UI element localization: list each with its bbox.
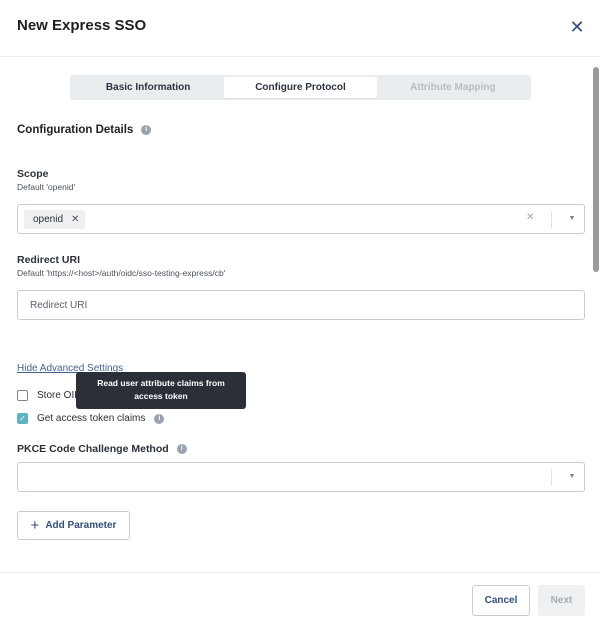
redirect-uri-hint: Default 'https://<host>/auth/oidc/sso-te… — [17, 268, 226, 278]
tooltip-line-1: Read user attribute claims from — [97, 378, 225, 388]
info-icon[interactable]: i — [141, 125, 152, 135]
pkce-label-row: PKCE Code Challenge Method i — [17, 443, 187, 455]
pkce-select[interactable]: ▼ — [17, 462, 585, 492]
plus-icon: + — [30, 516, 40, 534]
scrollbar-thumb[interactable] — [593, 67, 599, 272]
section-title: Configuration Details i — [17, 124, 152, 136]
redirect-uri-input[interactable] — [17, 290, 585, 320]
dialog-title: New Express SSO — [17, 17, 147, 34]
info-icon[interactable]: i — [154, 413, 165, 424]
close-icon[interactable]: ✕ — [566, 16, 588, 38]
add-parameter-button[interactable]: + Add Parameter — [17, 511, 130, 540]
add-parameter-label: Add Parameter — [45, 520, 117, 531]
tooltip: Read user attribute claims from access t… — [76, 372, 246, 409]
scrollbar[interactable] — [592, 65, 600, 570]
step-tabs: Basic Information Configure Protocol Att… — [70, 75, 531, 100]
scope-chip: openid ✕ — [24, 210, 86, 229]
section-title-text: Configuration Details — [17, 124, 134, 136]
store-tokens-checkbox[interactable] — [17, 390, 28, 401]
scope-chip-label: openid — [33, 214, 64, 225]
redirect-uri-label: Redirect URI — [17, 254, 81, 266]
scope-select[interactable]: openid ✕ ✕ ▼ — [17, 204, 585, 234]
cancel-button[interactable]: Cancel — [472, 585, 530, 616]
access-token-claims-checkbox[interactable]: ✓ — [17, 413, 28, 424]
select-divider — [551, 469, 552, 486]
next-button[interactable]: Next — [538, 585, 585, 616]
access-token-claims-label: Get access token claims — [37, 413, 146, 424]
tab-configure-protocol[interactable]: Configure Protocol — [224, 77, 377, 98]
chevron-down-icon[interactable]: ▼ — [567, 471, 577, 483]
tab-attribute-mapping: Attribute Mapping — [410, 82, 496, 93]
clear-icon[interactable]: ✕ — [526, 212, 534, 223]
access-token-claims-row: ✓ Get access token claims i — [17, 413, 165, 424]
chip-remove-icon[interactable]: ✕ — [71, 214, 79, 225]
dialog-header: New Express SSO ✕ — [0, 0, 600, 57]
scope-hint: Default 'openid' — [17, 182, 76, 192]
pkce-label: PKCE Code Challenge Method — [17, 443, 169, 455]
tooltip-line-2: access token — [134, 391, 188, 401]
scope-label: Scope — [17, 168, 49, 180]
chevron-down-icon[interactable]: ▼ — [567, 213, 577, 225]
info-icon[interactable]: i — [176, 444, 187, 454]
select-divider — [551, 211, 552, 228]
tab-basic-information[interactable]: Basic Information — [72, 77, 224, 98]
